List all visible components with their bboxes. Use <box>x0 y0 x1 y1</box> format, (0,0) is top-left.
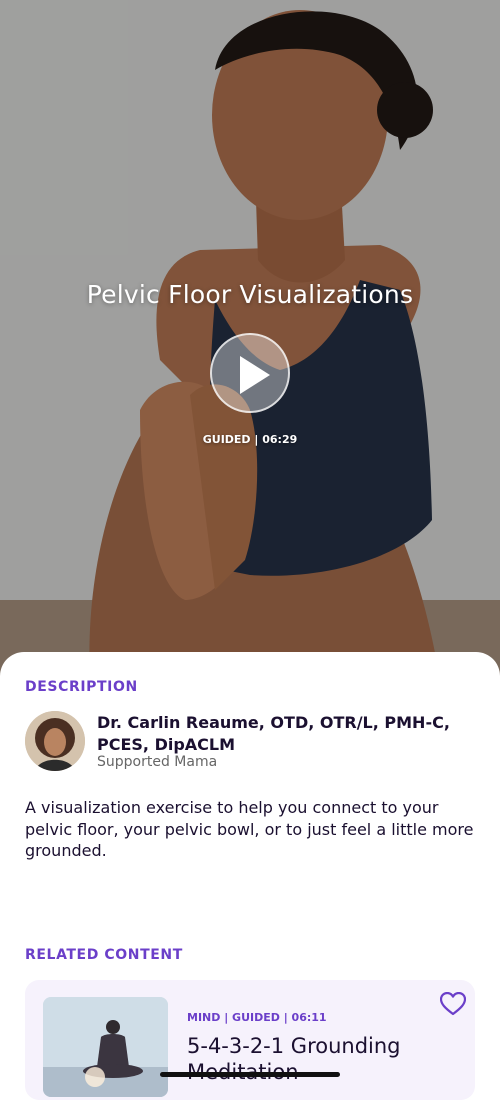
related-content-label: RELATED CONTENT <box>25 947 183 963</box>
play-icon <box>240 356 270 394</box>
author-name[interactable]: Dr. Carlin Reaume, OTD, OTR/L, PMH-C, PC… <box>97 712 487 756</box>
author-avatar[interactable] <box>25 711 85 771</box>
favorite-button[interactable] <box>439 991 467 1018</box>
author-photo <box>25 711 85 771</box>
related-item-title[interactable]: 5-4-3-2-1 Grounding Meditation <box>187 1033 427 1085</box>
hero-video[interactable]: Pelvic Floor Visualizations GUIDED | 06:… <box>0 0 500 680</box>
related-thumbnail[interactable] <box>43 997 168 1097</box>
heart-outline-icon <box>439 991 467 1016</box>
home-indicator[interactable] <box>160 1072 340 1077</box>
related-item-meta: MIND | GUIDED | 06:11 <box>187 1011 327 1024</box>
meditation-thumbnail-image <box>43 997 168 1097</box>
video-meta: GUIDED | 06:29 <box>202 433 298 446</box>
play-button[interactable] <box>210 333 290 413</box>
video-title: Pelvic Floor Visualizations <box>86 280 414 309</box>
description-label: DESCRIPTION <box>25 679 138 695</box>
description-text: A visualization exercise to help you con… <box>25 798 474 860</box>
author-organization: Supported Mama <box>97 754 218 770</box>
